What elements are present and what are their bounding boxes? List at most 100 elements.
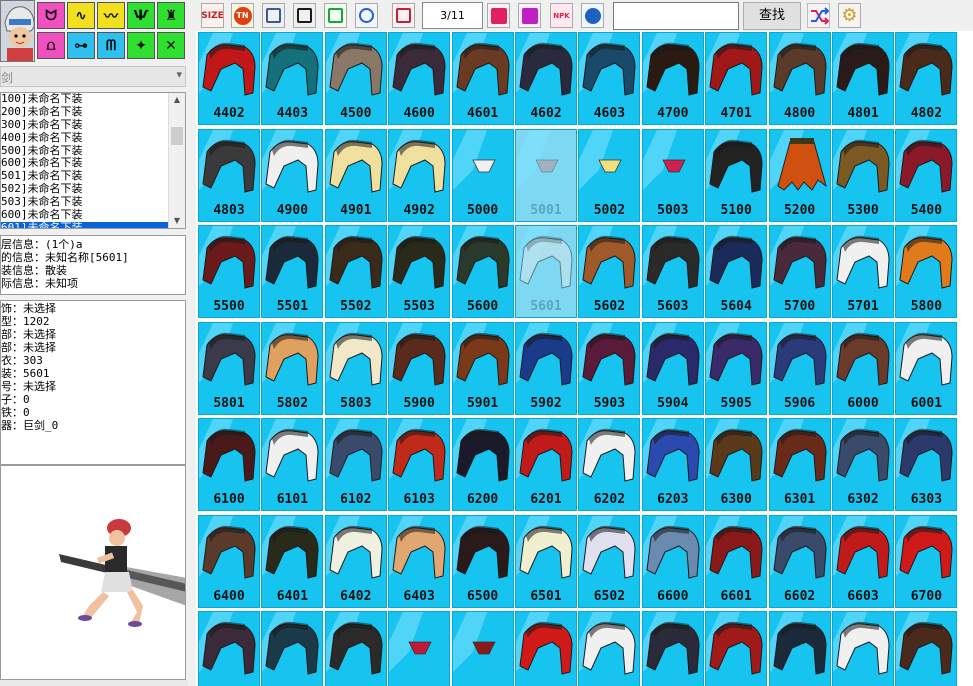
film-button[interactable]: [293, 3, 316, 28]
gift-button[interactable]: [518, 3, 541, 28]
item-cell[interactable]: 5603: [641, 225, 704, 318]
item-cell[interactable]: 5001: [515, 128, 577, 222]
item-cell[interactable]: 4603: [578, 32, 641, 125]
item-cell[interactable]: [324, 611, 387, 686]
npk-button[interactable]: NPK: [550, 3, 573, 28]
list-item[interactable]: 100]未命名下装: [1, 93, 185, 106]
export-button[interactable]: [324, 3, 347, 28]
item-cell[interactable]: 4403: [261, 32, 324, 125]
item-cell[interactable]: 4600: [388, 32, 451, 125]
item-cell[interactable]: 5700: [768, 225, 831, 318]
item-cell[interactable]: 4701: [705, 32, 768, 125]
item-cell[interactable]: 6401: [261, 514, 324, 608]
item-cell[interactable]: 5502: [324, 225, 387, 318]
item-cell[interactable]: 6201: [515, 418, 577, 511]
item-cell[interactable]: 6601: [705, 514, 768, 608]
item-cell[interactable]: 4802: [895, 32, 958, 125]
item-cell[interactable]: 6502: [578, 514, 641, 608]
item-cell[interactable]: 5701: [832, 225, 894, 318]
item-cell[interactable]: [895, 611, 958, 686]
item-cell[interactable]: 5800: [895, 225, 958, 318]
item-cell[interactable]: 6402: [324, 514, 387, 608]
tn-button[interactable]: TN: [231, 3, 254, 28]
list-item[interactable]: 600]未命名下装: [1, 208, 185, 222]
item-cell[interactable]: 4402: [198, 32, 260, 125]
item-cell[interactable]: [705, 611, 768, 686]
refresh-button[interactable]: [355, 3, 378, 28]
item-cell[interactable]: 4500: [324, 32, 387, 125]
item-cell[interactable]: 5602: [578, 225, 641, 318]
item-list[interactable]: 100]未命名下装 200]未命名下装 300]未命名下装 400]未命名下装 500]…: [0, 92, 186, 229]
item-cell[interactable]: 5801: [198, 321, 260, 415]
item-cell[interactable]: [515, 611, 577, 686]
item-cell[interactable]: 5905: [705, 321, 768, 415]
search-button[interactable]: 查找: [743, 2, 801, 30]
item-cell[interactable]: [388, 611, 451, 686]
item-cell[interactable]: 4700: [641, 32, 704, 125]
item-cell[interactable]: 6100: [198, 418, 260, 511]
item-cell[interactable]: 4901: [324, 128, 387, 222]
item-cell[interactable]: 6103: [388, 418, 451, 511]
item-cell[interactable]: 6303: [895, 418, 958, 511]
category-button-4[interactable]: Ѱ: [127, 2, 155, 29]
item-cell[interactable]: 4800: [768, 32, 831, 125]
item-cell[interactable]: 5501: [261, 225, 324, 318]
list-scrollbar[interactable]: ▲ ▼: [168, 93, 185, 228]
item-cell[interactable]: 6101: [261, 418, 324, 511]
item-cell[interactable]: [641, 611, 704, 686]
scroll-thumb[interactable]: [171, 127, 183, 145]
item-cell[interactable]: [578, 611, 641, 686]
item-cell[interactable]: 6500: [451, 514, 514, 608]
item-cell[interactable]: 5906: [768, 321, 831, 415]
scroll-up-icon[interactable]: ▲: [169, 93, 185, 107]
category-button-9[interactable]: ✦: [127, 32, 155, 59]
item-cell[interactable]: 5601: [515, 225, 577, 318]
item-cell[interactable]: 5000: [451, 128, 514, 222]
item-cell[interactable]: 6200: [451, 418, 514, 511]
item-cell[interactable]: [768, 611, 831, 686]
category-button-3[interactable]: 〰: [97, 2, 125, 29]
next-button[interactable]: [487, 3, 510, 28]
list-item[interactable]: 200]未命名下装: [1, 105, 185, 119]
item-cell[interactable]: 5500: [198, 225, 260, 318]
list-item[interactable]: 300]未命名下装: [1, 118, 185, 132]
item-cell[interactable]: 6302: [832, 418, 894, 511]
item-cell[interactable]: 6000: [832, 321, 894, 415]
item-cell[interactable]: 6301: [768, 418, 831, 511]
item-cell[interactable]: 6203: [641, 418, 704, 511]
search-input[interactable]: [613, 2, 739, 30]
item-cell[interactable]: 5904: [641, 321, 704, 415]
item-cell[interactable]: 6700: [895, 514, 958, 608]
category-button-5[interactable]: ♜: [157, 2, 185, 29]
back-button[interactable]: [392, 3, 415, 28]
item-cell[interactable]: 5604: [705, 225, 768, 318]
item-cell[interactable]: 4900: [261, 128, 324, 222]
item-cell[interactable]: 6602: [768, 514, 831, 608]
item-cell[interactable]: 6202: [578, 418, 641, 511]
item-cell[interactable]: 5100: [705, 128, 768, 222]
item-cell[interactable]: 4601: [451, 32, 514, 125]
item-cell[interactable]: 4602: [515, 32, 577, 125]
item-cell[interactable]: [198, 611, 260, 686]
item-cell[interactable]: 5503: [388, 225, 451, 318]
item-cell[interactable]: 4803: [198, 128, 260, 222]
item-cell[interactable]: 6600: [641, 514, 704, 608]
item-cell[interactable]: 4902: [388, 128, 451, 222]
item-cell[interactable]: 5902: [515, 321, 577, 415]
item-cell[interactable]: 5900: [388, 321, 451, 415]
item-cell[interactable]: 6501: [515, 514, 577, 608]
category-button-10[interactable]: ✕: [157, 32, 185, 59]
item-cell[interactable]: 5003: [641, 128, 704, 222]
category-button-1[interactable]: ᗢ: [37, 2, 65, 29]
size-button[interactable]: SIZE: [201, 3, 224, 28]
list-item[interactable]: 601]未命名下装: [1, 221, 185, 228]
item-cell[interactable]: 5200: [768, 128, 831, 222]
category-button-8[interactable]: ᗰ: [97, 32, 125, 59]
item-cell[interactable]: 5400: [895, 128, 958, 222]
item-cell[interactable]: 6102: [324, 418, 387, 511]
item-cell[interactable]: 5901: [451, 321, 514, 415]
globe-button[interactable]: [581, 3, 604, 28]
item-cell[interactable]: 5600: [451, 225, 514, 318]
item-cell[interactable]: 5300: [832, 128, 894, 222]
settings-button[interactable]: ⚙: [838, 3, 861, 28]
